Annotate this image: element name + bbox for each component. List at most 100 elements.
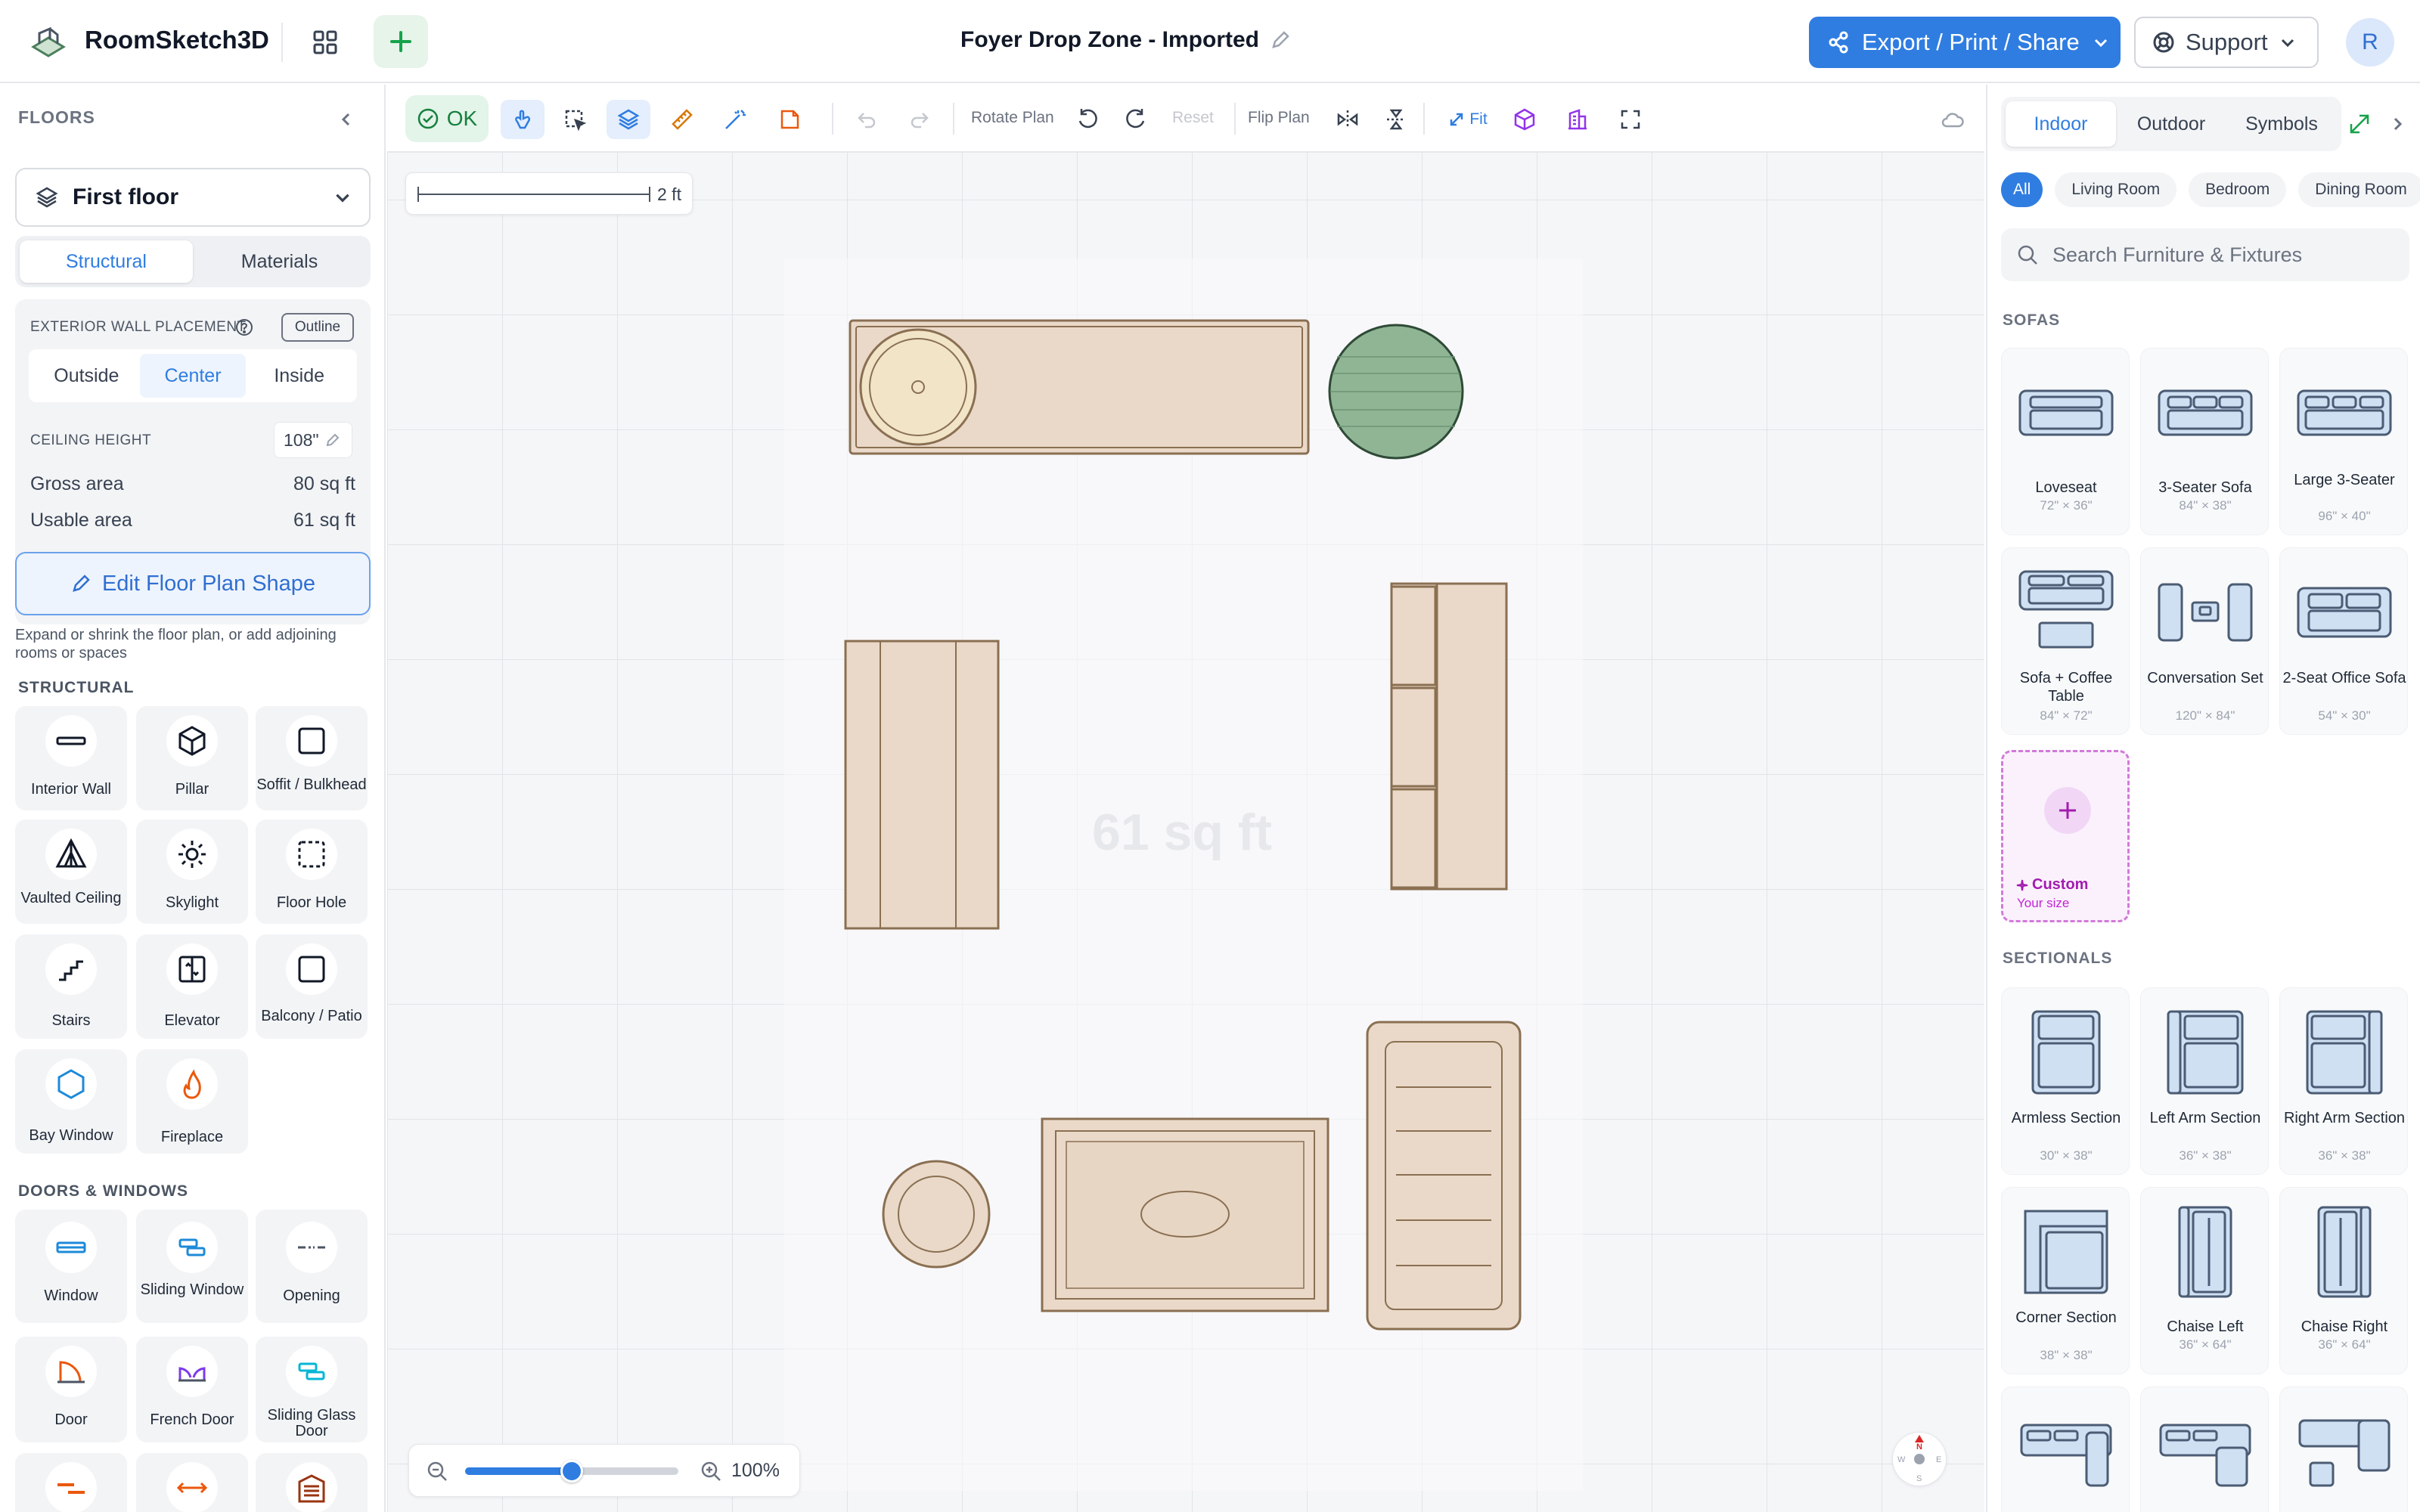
tile-sliding-window[interactable]: Sliding Window bbox=[136, 1210, 248, 1323]
chevron-right-icon[interactable] bbox=[2382, 107, 2412, 141]
new-plan-plus-icon[interactable] bbox=[374, 15, 428, 68]
status-ok-badge[interactable]: OK bbox=[405, 95, 489, 142]
item-chaise-left[interactable]: Chaise Left 36" × 64" bbox=[2140, 1187, 2269, 1374]
tile-more-3[interactable] bbox=[256, 1453, 368, 1512]
rename-pencil-icon[interactable] bbox=[1270, 29, 1291, 51]
tile-more-1[interactable] bbox=[15, 1453, 127, 1512]
magic-wand-icon[interactable] bbox=[715, 100, 755, 139]
dashboard-grid-icon[interactable] bbox=[304, 23, 346, 62]
tab-indoor[interactable]: Indoor bbox=[2006, 101, 2116, 147]
entry-rug[interactable] bbox=[1041, 1117, 1329, 1312]
item-sectional-set-2[interactable] bbox=[2140, 1387, 2269, 1512]
round-plant[interactable] bbox=[1328, 324, 1464, 460]
item-corner-section[interactable]: Corner Section 38" × 38" bbox=[2001, 1187, 2130, 1374]
tile-stairs[interactable]: Stairs bbox=[15, 934, 127, 1039]
tile-more-2[interactable] bbox=[136, 1453, 248, 1512]
flip-horizontal-icon[interactable] bbox=[1329, 100, 1366, 139]
tab-outdoor[interactable]: Outdoor bbox=[2116, 101, 2226, 147]
compass-widget[interactable]: N W E S bbox=[1892, 1432, 1947, 1486]
tile-door[interactable]: Door bbox=[15, 1337, 127, 1442]
item-2-seat-office-sofa[interactable]: 2-Seat Office Sofa 54" × 30" bbox=[2279, 547, 2408, 735]
user-avatar[interactable]: R bbox=[2346, 18, 2394, 67]
custom-sub: Your size bbox=[2017, 896, 2070, 910]
ceiling-height-input[interactable]: 108" bbox=[274, 422, 352, 458]
redo-icon[interactable] bbox=[901, 100, 938, 139]
tile-sliding-glass-door[interactable]: Sliding Glass Door bbox=[256, 1337, 368, 1442]
item-left-arm-section[interactable]: Left Arm Section 36" × 38" bbox=[2140, 987, 2269, 1175]
layers-icon[interactable] bbox=[607, 100, 650, 139]
building-icon[interactable] bbox=[1559, 100, 1596, 139]
support-button[interactable]: Support bbox=[2134, 17, 2319, 68]
select-area-icon[interactable] bbox=[555, 100, 594, 139]
tile-balcony-patio[interactable]: Balcony / Patio bbox=[256, 934, 368, 1039]
item-sofa-coffee-table[interactable]: Sofa + Coffee Table 84" × 72" bbox=[2001, 547, 2130, 735]
item-dims: 84" × 72" bbox=[2040, 708, 2093, 723]
tab-structural[interactable]: Structural bbox=[20, 240, 193, 283]
tile-pillar[interactable]: Pillar bbox=[136, 706, 248, 810]
reset-button[interactable]: Reset bbox=[1172, 109, 1214, 127]
collapse-chevron-left-icon[interactable] bbox=[331, 104, 361, 135]
item-conversation-set[interactable]: Conversation Set 120" × 84" bbox=[2140, 547, 2269, 735]
fit-button[interactable]: Fit bbox=[1441, 100, 1494, 139]
item-loveseat[interactable]: Loveseat 72" × 36" bbox=[2001, 348, 2130, 535]
measure-ruler-icon[interactable] bbox=[662, 100, 702, 139]
note-icon[interactable] bbox=[770, 100, 809, 139]
tile-soffit-bulkhead[interactable]: Soffit / Bulkhead bbox=[256, 706, 368, 810]
rotate-cw-icon[interactable] bbox=[1118, 100, 1154, 139]
expand-panel-icon[interactable] bbox=[2343, 107, 2376, 141]
undo-icon[interactable] bbox=[849, 100, 885, 139]
rotate-ccw-icon[interactable] bbox=[1069, 100, 1106, 139]
zoom-slider-handle[interactable] bbox=[560, 1460, 583, 1483]
outline-toggle[interactable]: Outline bbox=[281, 313, 354, 342]
item-large-3-seater[interactable]: Large 3-Seater 96" × 40" bbox=[2279, 348, 2408, 535]
wall-option-outside[interactable]: Outside bbox=[33, 354, 140, 398]
zoom-out-icon[interactable] bbox=[426, 1460, 448, 1483]
pan-hand-icon[interactable] bbox=[501, 100, 544, 139]
edit-floor-plan-shape-button[interactable]: Edit Floor Plan Shape bbox=[15, 552, 371, 615]
tile-interior-wall[interactable]: Interior Wall bbox=[15, 706, 127, 810]
zoom-in-icon[interactable] bbox=[700, 1460, 722, 1483]
floor-select-value: First floor bbox=[73, 184, 178, 209]
chip-all[interactable]: All bbox=[2001, 172, 2043, 207]
tile-bay-window[interactable]: Bay Window bbox=[15, 1049, 127, 1154]
tile-window[interactable]: Window bbox=[15, 1210, 127, 1323]
item-3-seater-sofa[interactable]: 3-Seater Sofa 84" × 38" bbox=[2140, 348, 2269, 535]
tile-floor-hole[interactable]: Floor Hole bbox=[256, 820, 368, 924]
furniture-search-input[interactable]: Search Furniture & Fixtures bbox=[2001, 228, 2409, 281]
item-chaise-right[interactable]: Chaise Right 36" × 64" bbox=[2279, 1187, 2408, 1374]
round-stool[interactable] bbox=[882, 1160, 991, 1269]
tile-opening[interactable]: Opening bbox=[256, 1210, 368, 1323]
bench-with-basket[interactable] bbox=[849, 319, 1310, 455]
wall-option-center[interactable]: Center bbox=[139, 354, 247, 398]
tile-fireplace[interactable]: Fireplace bbox=[136, 1049, 248, 1154]
item-armless-section[interactable]: Armless Section 30" × 38" bbox=[2001, 987, 2130, 1175]
chip-bedroom[interactable]: Bedroom bbox=[2189, 172, 2287, 207]
chip-living-room[interactable]: Living Room bbox=[2055, 172, 2177, 207]
zoom-slider-track[interactable] bbox=[465, 1460, 678, 1483]
help-question-icon[interactable] bbox=[234, 318, 254, 337]
item-right-arm-section[interactable]: Right Arm Section 36" × 38" bbox=[2279, 987, 2408, 1175]
custom-size-item[interactable]: Custom Your size bbox=[2001, 750, 2130, 922]
fullscreen-icon[interactable] bbox=[1612, 100, 1649, 139]
tab-materials[interactable]: Materials bbox=[193, 240, 366, 283]
wall-option-inside[interactable]: Inside bbox=[246, 354, 352, 398]
floor-plan-canvas[interactable]: 61 sq ft 2 ft 100% N W E S bbox=[387, 85, 1984, 1512]
floor-select[interactable]: First floor bbox=[15, 168, 371, 227]
cloud-sync-icon[interactable] bbox=[1934, 100, 1971, 139]
flip-vertical-icon[interactable] bbox=[1378, 100, 1414, 139]
tab-symbols[interactable]: Symbols bbox=[2226, 101, 2337, 147]
item-sectional-set-3[interactable] bbox=[2279, 1387, 2408, 1512]
3d-view-cube-icon[interactable] bbox=[1506, 100, 1543, 139]
document-title[interactable]: Foyer Drop Zone - Imported bbox=[960, 27, 1291, 53]
storage-cabinet[interactable] bbox=[844, 640, 1000, 930]
tile-french-door[interactable]: French Door bbox=[136, 1337, 248, 1442]
shoe-rack[interactable] bbox=[1366, 1021, 1522, 1331]
tile-elevator[interactable]: Elevator bbox=[136, 934, 248, 1039]
tile-skylight[interactable]: Skylight bbox=[136, 820, 248, 924]
chip-dining-room[interactable]: Dining Room bbox=[2298, 172, 2420, 207]
app-logo-icon[interactable] bbox=[27, 21, 70, 64]
export-print-share-button[interactable]: Export / Print / Share bbox=[1809, 17, 2121, 68]
item-sectional-set-1[interactable] bbox=[2001, 1387, 2130, 1512]
cubby-shelf[interactable] bbox=[1390, 582, 1508, 891]
tile-vaulted-ceiling[interactable]: Vaulted Ceiling bbox=[15, 820, 127, 924]
